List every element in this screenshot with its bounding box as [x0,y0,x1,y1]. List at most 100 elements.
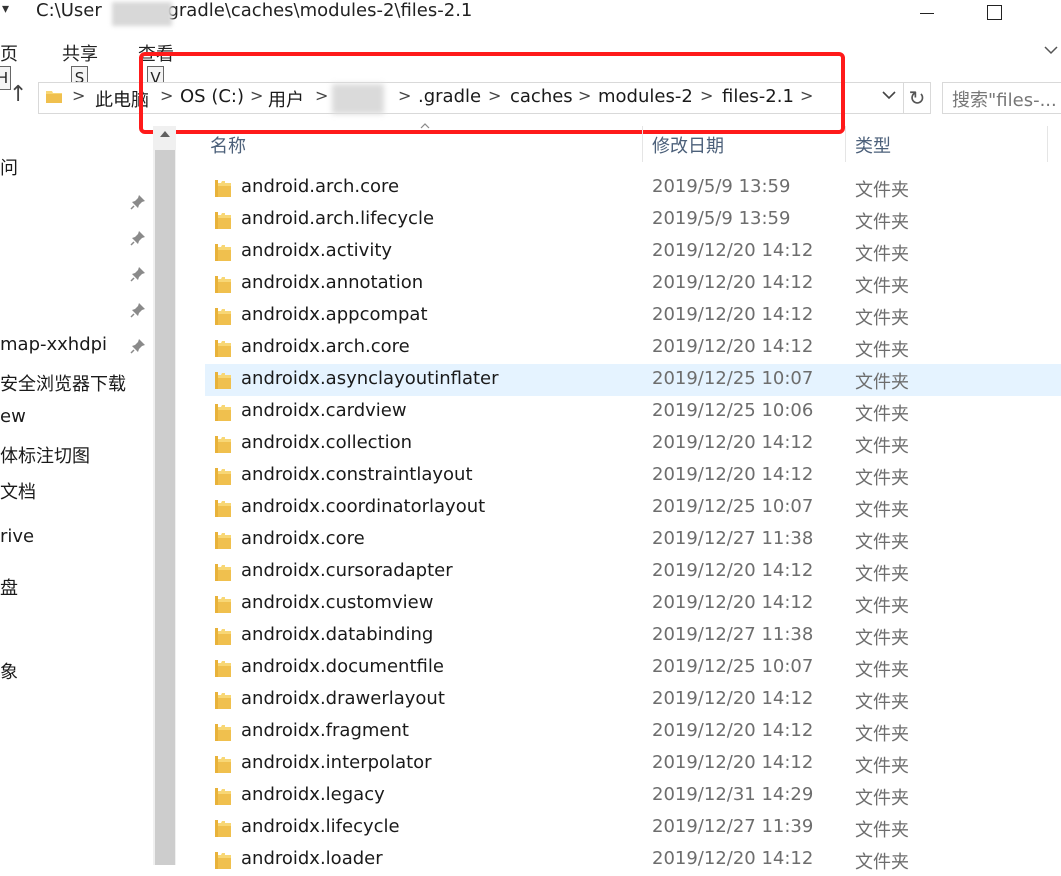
ribbon-tab-share[interactable]: 共享 [62,40,98,66]
file-row[interactable]: androidx.activity 2019/12/20 14:12 文件夹 [205,236,1061,268]
folder-icon [215,756,231,773]
file-row[interactable]: androidx.collection 2019/12/20 14:12 文件夹 [205,428,1061,460]
maximize-button[interactable] [975,3,1015,23]
file-name: androidx.documentfile [241,656,444,677]
file-type: 文件夹 [855,532,909,553]
file-name: androidx.annotation [241,272,424,293]
file-row[interactable]: androidx.interpolator 2019/12/20 14:12 文件夹 [205,748,1061,780]
file-modified-date: 2019/12/27 11:38 [652,528,814,549]
file-name: androidx.databinding [241,624,434,645]
file-type: 文件夹 [855,180,909,201]
folder-icon [215,340,231,357]
folder-icon [215,276,231,293]
folder-icon [215,564,231,581]
file-modified-date: 2019/12/25 10:07 [652,496,814,517]
file-modified-date: 2019/12/25 10:07 [652,368,814,389]
file-row[interactable]: androidx.annotation 2019/12/20 14:12 文件夹 [205,268,1061,300]
pin-icon [130,302,146,318]
file-row[interactable]: androidx.documentfile 2019/12/25 10:07 文件夹 [205,652,1061,684]
ribbon-tab-home[interactable]: 页 [0,40,18,66]
file-name: androidx.asynclayoutinflater [241,368,499,389]
file-row[interactable]: androidx.appcompat 2019/12/20 14:12 文件夹 [205,300,1061,332]
folder-icon [215,660,231,677]
column-divider[interactable] [845,126,846,162]
folder-icon [215,468,231,485]
file-name: androidx.fragment [241,720,409,741]
file-row[interactable]: androidx.core 2019/12/27 11:38 文件夹 [205,524,1061,556]
refresh-button[interactable]: ↻ [904,82,931,114]
file-name: androidx.core [241,528,365,549]
column-divider[interactable] [1047,126,1048,162]
file-modified-date: 2019/12/20 14:12 [652,304,814,325]
address-dropdown-icon[interactable] [882,86,896,108]
file-modified-date: 2019/12/20 14:12 [652,432,814,453]
file-type: 文件夹 [855,308,909,329]
file-row[interactable]: androidx.fragment 2019/12/20 14:12 文件夹 [205,716,1061,748]
file-modified-date: 2019/12/20 14:12 [652,592,814,613]
file-modified-date: 2019/5/9 13:59 [652,176,791,197]
file-name: android.arch.core [241,176,400,197]
folder-icon [215,244,231,261]
file-row[interactable]: android.arch.core 2019/5/9 13:59 文件夹 [205,172,1061,204]
sidebar-item-documents[interactable]: 文档 [0,478,36,504]
file-type: 文件夹 [855,788,909,809]
sidebar-item-view[interactable]: ew [0,406,26,427]
column-header-type[interactable]: 类型 [855,132,891,158]
folder-icon [215,404,231,421]
sidebar-item-annotation-slices[interactable]: 体标注切图 [0,442,90,468]
sidebar-item-3d-objects[interactable]: 象 [0,658,18,684]
file-type: 文件夹 [855,436,909,457]
column-divider[interactable] [642,126,643,162]
sidebar-item-mipmap-xxhdpi[interactable]: map-xxhdpi [0,334,107,355]
file-modified-date: 2019/12/20 14:12 [652,272,814,293]
file-modified-date: 2019/12/25 10:07 [652,656,814,677]
file-modified-date: 2019/12/27 11:39 [652,816,814,837]
file-type: 文件夹 [855,340,909,361]
file-type: 文件夹 [855,692,909,713]
column-header-name[interactable]: 名称 [210,132,246,158]
sidebar-item-disk[interactable]: 盘 [0,574,18,600]
folder-icon [215,372,231,389]
file-row[interactable]: android.arch.lifecycle 2019/5/9 13:59 文件夹 [205,204,1061,236]
file-name: android.arch.lifecycle [241,208,435,229]
highlight-annotation-box [139,52,845,134]
file-type: 文件夹 [855,468,909,489]
sidebar-scrollbar-thumb[interactable] [155,150,175,865]
folder-icon [215,180,231,197]
up-arrow-icon[interactable]: ↑ [9,82,27,107]
file-row[interactable]: androidx.constraintlayout 2019/12/20 14:1… [205,460,1061,492]
file-type: 文件夹 [855,500,909,521]
pin-icon [130,338,146,354]
folder-icon [215,724,231,741]
file-row[interactable]: androidx.arch.core 2019/12/20 14:12 文件夹 [205,332,1061,364]
file-row[interactable]: androidx.cardview 2019/12/25 10:06 文件夹 [205,396,1061,428]
sort-caret-icon [420,122,430,131]
file-row[interactable]: androidx.legacy 2019/12/31 14:29 文件夹 [205,780,1061,812]
file-row[interactable]: androidx.cursoradapter 2019/12/20 14:12 文件… [205,556,1061,588]
file-name: androidx.coordinatorlayout [241,496,486,517]
sidebar-item-onedrive[interactable]: rive [0,526,34,547]
file-row[interactable]: androidx.asynclayoutinflater 2019/12/25 1… [205,364,1061,396]
quick-access-menu-arrow[interactable]: ▾ [2,1,9,17]
folder-icon [215,308,231,325]
file-type: 文件夹 [855,212,909,233]
folder-icon [215,212,231,229]
scroll-up-arrow-icon[interactable] [159,130,171,141]
file-modified-date: 2019/12/20 14:12 [652,464,814,485]
file-row[interactable]: androidx.customview 2019/12/20 14:12 文件夹 [205,588,1061,620]
file-row[interactable]: androidx.lifecycle 2019/12/27 11:39 文件夹 [205,812,1061,844]
file-row[interactable]: androidx.coordinatorlayout 2019/12/25 10:… [205,492,1061,524]
ribbon-expand-chevron-icon[interactable] [1044,43,1058,59]
file-name: androidx.cardview [241,400,407,421]
file-name: androidx.lifecycle [241,816,400,837]
sidebar-item-quick-access[interactable]: 问 [0,154,18,180]
minimize-button[interactable] [898,3,958,23]
sidebar-item-browser-downloads[interactable]: 安全浏览器下载 [0,370,126,396]
folder-icon [215,436,231,453]
breadcrumb-separator[interactable]: > [72,86,85,105]
file-row[interactable]: androidx.drawerlayout 2019/12/20 14:12 文件夹 [205,684,1061,716]
file-type: 文件夹 [855,852,909,873]
file-row[interactable]: androidx.loader 2019/12/20 14:12 文件夹 [205,844,1061,876]
file-row[interactable]: androidx.databinding 2019/12/27 11:38 文件夹 [205,620,1061,652]
column-header-date[interactable]: 修改日期 [652,132,724,158]
